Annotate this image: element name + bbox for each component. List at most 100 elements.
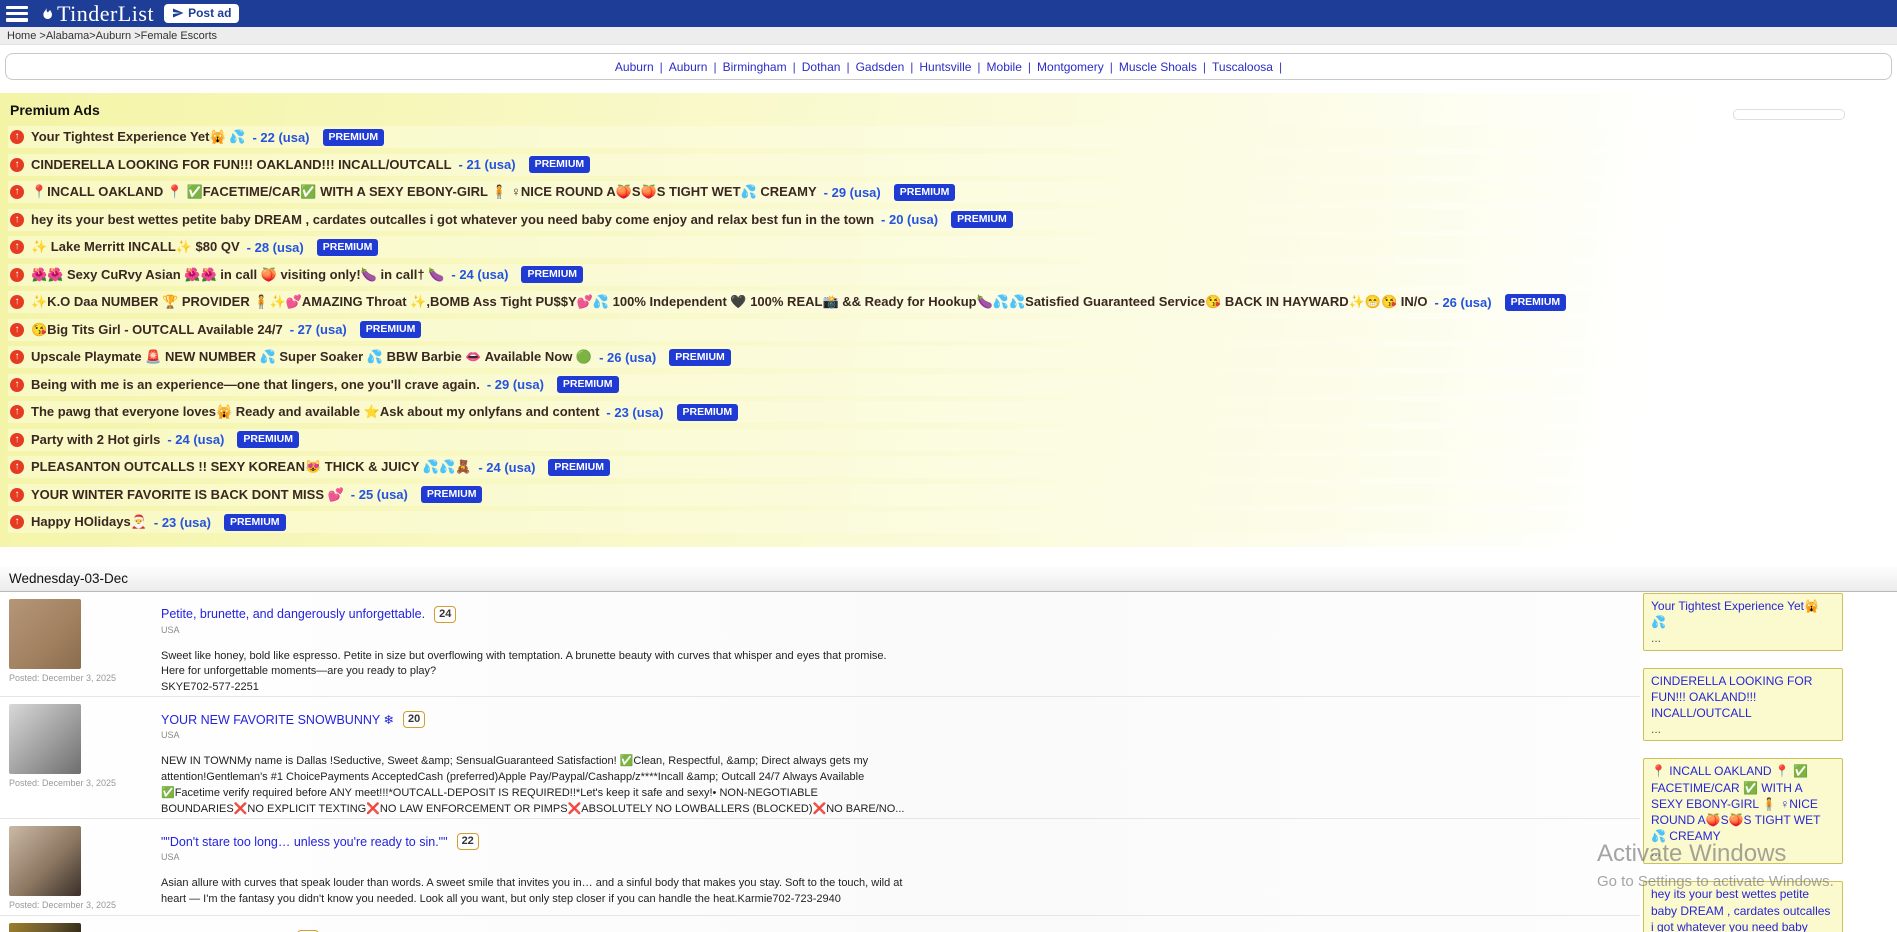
listing-thumbnail[interactable] bbox=[9, 704, 81, 774]
sidebar-premium-title[interactable]: Your Tightest Experience Yet🙀 💦 bbox=[1651, 599, 1819, 629]
premium-ad-title[interactable]: Party with 2 Hot girls bbox=[31, 432, 160, 447]
listing-phone: SKYE702-577-2251 bbox=[161, 680, 906, 696]
listing-left-column: Posted: December 3, 2025 bbox=[9, 704, 161, 818]
city-link[interactable]: Birmingham bbox=[723, 60, 787, 74]
premium-ad-title[interactable]: hey its your best wettes petite baby DRE… bbox=[31, 212, 874, 227]
premium-ad-title[interactable]: PLEASANTON OUTCALLS !! SEXY KOREAN😻 THIC… bbox=[31, 459, 471, 475]
premium-ad-title[interactable]: CINDERELLA LOOKING FOR FUN!!! OAKLAND!!!… bbox=[31, 157, 452, 172]
premium-ad-age: - 23 (usa) bbox=[154, 515, 211, 530]
city-link[interactable]: Auburn bbox=[615, 60, 654, 74]
city-link[interactable]: Tuscaloosa bbox=[1212, 60, 1273, 74]
breadcrumb[interactable]: Home >Alabama>Auburn >Female Escorts bbox=[0, 27, 1897, 45]
premium-ad-title[interactable]: 📍INCALL OAKLAND 📍 ✅FACETIME/CAR✅ WITH A … bbox=[31, 184, 817, 200]
premium-ad-row[interactable]: ↑ ✨K.O Daa NUMBER 🏆 PROVIDER 🧍✨💕AMAZING … bbox=[8, 291, 1897, 313]
sidebar-premium-box[interactable]: hey its your best wettes petite baby DRE… bbox=[1643, 881, 1843, 932]
premium-ad-row[interactable]: ↑ hey its your best wettes petite baby D… bbox=[8, 209, 1897, 231]
premium-ad-row[interactable]: ↑ Upscale Playmate 🚨 NEW NUMBER 💦 Super … bbox=[8, 346, 1897, 368]
premium-ad-title[interactable]: ✨K.O Daa NUMBER 🏆 PROVIDER 🧍✨💕AMAZING Th… bbox=[31, 294, 1428, 310]
premium-ad-title[interactable]: 😘Big Tits Girl - OUTCALL Available 24/7 bbox=[31, 322, 283, 338]
arrow-up-circle-icon: ↑ bbox=[10, 433, 24, 447]
empty-pill-placeholder bbox=[1733, 109, 1845, 120]
premium-ad-title[interactable]: The pawg that everyone loves🙀 Ready and … bbox=[31, 404, 599, 420]
arrow-up-circle-icon: ↑ bbox=[10, 213, 24, 227]
city-link[interactable]: Huntsville bbox=[919, 60, 971, 74]
premium-ads-list: ↑ Your Tightest Experience Yet🙀 💦 - 22 (… bbox=[8, 126, 1897, 533]
listing-body: Petite, brunette, and dangerously unforg… bbox=[161, 599, 906, 697]
premium-ad-title[interactable]: ✨ Lake Merritt INCALL✨ $80 QV bbox=[31, 239, 240, 255]
city-link-item: Mobile | bbox=[987, 60, 1031, 74]
listing-description: Asian allure with curves that speak loud… bbox=[161, 876, 906, 908]
premium-ad-row[interactable]: ↑ YOUR WINTER FAVORITE IS BACK DONT MISS… bbox=[8, 484, 1897, 506]
listing-row: Posted: December 3, 2025 ""Don't stare t… bbox=[0, 819, 1640, 916]
premium-ad-row[interactable]: ↑ PLEASANTON OUTCALLS !! SEXY KOREAN😻 TH… bbox=[8, 456, 1897, 478]
listing-body: ""Don't stare too long… unless you're re… bbox=[161, 826, 906, 915]
city-link[interactable]: Muscle Shoals bbox=[1119, 60, 1197, 74]
premium-ad-age: - 22 (usa) bbox=[252, 130, 309, 145]
premium-badge: PREMIUM bbox=[360, 321, 422, 338]
premium-ad-row[interactable]: ↑ Party with 2 Hot girls - 24 (usa) PREM… bbox=[8, 429, 1897, 451]
premium-ads-section: Premium Ads ↑ Your Tightest Experience Y… bbox=[0, 93, 1897, 547]
listing-thumbnail[interactable] bbox=[9, 923, 81, 932]
listing-thumbnail[interactable] bbox=[9, 826, 81, 896]
city-link[interactable]: Gadsden bbox=[856, 60, 905, 74]
premium-badge: PREMIUM bbox=[557, 376, 619, 393]
sidebar-premium-title[interactable]: CINDERELLA LOOKING FOR FUN!!! OAKLAND!!!… bbox=[1651, 674, 1812, 720]
premium-ad-title[interactable]: Happy HOlidays🎅 bbox=[31, 514, 147, 530]
premium-ad-title[interactable]: Upscale Playmate 🚨 NEW NUMBER 💦 Super So… bbox=[31, 349, 592, 365]
premium-ad-age: - 26 (usa) bbox=[1435, 295, 1492, 310]
city-separator: | bbox=[1028, 60, 1031, 74]
listing-description: NEW IN TOWNMy name is Dallas !Seductive,… bbox=[161, 754, 906, 818]
premium-ad-row[interactable]: ↑ ✨ Lake Merritt INCALL✨ $80 QV - 28 (us… bbox=[8, 236, 1897, 258]
listing-title-link[interactable]: Petite, brunette, and dangerously unforg… bbox=[161, 607, 425, 621]
arrow-up-circle-icon: ↑ bbox=[10, 268, 24, 282]
city-separator: | bbox=[713, 60, 716, 74]
premium-ad-age: - 27 (usa) bbox=[290, 322, 347, 337]
listing-thumbnail[interactable] bbox=[9, 599, 81, 669]
city-links-box: Auburn | Auburn | Birmingham | Dothan | … bbox=[5, 53, 1892, 80]
sidebar-premium-title[interactable]: 📍 INCALL OAKLAND 📍 ✅ FACETIME/CAR ✅ WITH… bbox=[1651, 764, 1820, 843]
city-separator: | bbox=[1279, 60, 1282, 74]
premium-ad-row[interactable]: ↑ 📍INCALL OAKLAND 📍 ✅FACETIME/CAR✅ WITH … bbox=[8, 181, 1897, 203]
arrow-up-circle-icon: ↑ bbox=[10, 488, 24, 502]
premium-ad-row[interactable]: ↑ The pawg that everyone loves🙀 Ready an… bbox=[8, 401, 1897, 423]
city-link-item: Muscle Shoals | bbox=[1119, 60, 1206, 74]
listing-title-link[interactable]: YOUR NEW FAVORITE SNOWBUNNY ❄ bbox=[161, 712, 394, 727]
premium-ad-row[interactable]: ↑ 🌺🌺 Sexy CuRvy Asian 🌺🌺 in call 🍑 visit… bbox=[8, 264, 1897, 286]
premium-ad-row[interactable]: ↑ 😘Big Tits Girl - OUTCALL Available 24/… bbox=[8, 319, 1897, 341]
arrow-up-circle-icon: ↑ bbox=[10, 515, 24, 529]
premium-ad-title[interactable]: Your Tightest Experience Yet🙀 💦 bbox=[31, 129, 245, 145]
city-link[interactable]: Auburn bbox=[669, 60, 708, 74]
premium-badge: PREMIUM bbox=[421, 486, 483, 503]
city-separator: | bbox=[846, 60, 849, 74]
breadcrumb-text: Home >Alabama>Auburn >Female Escorts bbox=[7, 30, 217, 42]
arrow-up-circle-icon: ↑ bbox=[10, 130, 24, 144]
arrow-up-circle-icon: ↑ bbox=[10, 460, 24, 474]
premium-badge: PREMIUM bbox=[677, 404, 739, 421]
city-link[interactable]: Dothan bbox=[802, 60, 841, 74]
flame-icon bbox=[38, 5, 54, 23]
site-logo[interactable]: TinderList bbox=[38, 3, 154, 25]
premium-ad-row[interactable]: ↑ Happy HOlidays🎅 - 23 (usa) PREMIUM bbox=[8, 511, 1897, 533]
arrow-up-circle-icon: ↑ bbox=[10, 158, 24, 172]
premium-ad-title[interactable]: Being with me is an experience—one that … bbox=[31, 377, 480, 392]
city-link[interactable]: Montgomery bbox=[1037, 60, 1104, 74]
arrow-up-circle-icon: ↑ bbox=[10, 240, 24, 254]
premium-ad-row[interactable]: ↑ Your Tightest Experience Yet🙀 💦 - 22 (… bbox=[8, 126, 1897, 148]
listing-title-link[interactable]: ""Don't stare too long… unless you're re… bbox=[161, 835, 448, 849]
premium-ad-title[interactable]: YOUR WINTER FAVORITE IS BACK DONT MISS 💕 bbox=[31, 487, 344, 503]
listing-age-badge: 20 bbox=[403, 711, 425, 728]
site-logo-text: TinderList bbox=[57, 3, 154, 25]
premium-ad-row[interactable]: ↑ CINDERELLA LOOKING FOR FUN!!! OAKLAND!… bbox=[8, 154, 1897, 176]
sidebar-premium-box[interactable]: CINDERELLA LOOKING FOR FUN!!! OAKLAND!!!… bbox=[1643, 668, 1843, 742]
premium-badge: PREMIUM bbox=[1505, 294, 1567, 311]
premium-ad-age: - 21 (usa) bbox=[459, 157, 516, 172]
city-link[interactable]: Mobile bbox=[987, 60, 1022, 74]
sidebar-premium-box[interactable]: 📍 INCALL OAKLAND 📍 ✅ FACETIME/CAR ✅ WITH… bbox=[1643, 758, 1843, 864]
hamburger-menu-icon[interactable] bbox=[6, 6, 28, 22]
sidebar-premium-box[interactable]: Your Tightest Experience Yet🙀 💦 ... bbox=[1643, 593, 1843, 651]
premium-ad-title[interactable]: 🌺🌺 Sexy CuRvy Asian 🌺🌺 in call 🍑 visitin… bbox=[31, 267, 444, 283]
sidebar-premium-title[interactable]: hey its your best wettes petite baby DRE… bbox=[1651, 887, 1830, 932]
premium-ad-row[interactable]: ↑ Being with me is an experience—one tha… bbox=[8, 374, 1897, 396]
premium-badge: PREMIUM bbox=[529, 156, 591, 173]
post-ad-button[interactable]: Post ad bbox=[164, 4, 239, 23]
